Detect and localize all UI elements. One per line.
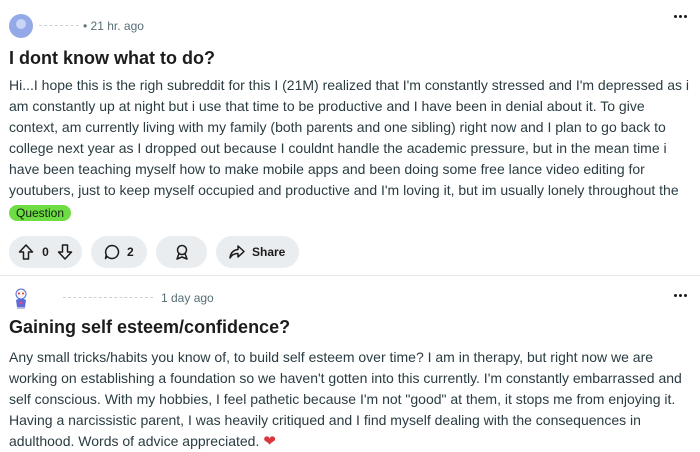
post-body[interactable]: Hi...I hope this is the righ subreddit f… [9, 75, 693, 201]
post-card[interactable]: 1 day ago Gaining self esteem/confidence… [0, 277, 700, 450]
post-meta: 1 day ago [9, 286, 214, 310]
post-title[interactable]: I dont know what to do? [9, 48, 215, 69]
comments-button[interactable]: 2 [91, 236, 147, 268]
user-avatar[interactable] [9, 286, 33, 310]
vote-control: 0 [9, 236, 82, 268]
share-icon [228, 243, 246, 261]
comment-icon [103, 243, 121, 261]
community-avatar[interactable] [9, 14, 33, 38]
redacted-username [39, 24, 79, 28]
award-icon [173, 243, 191, 261]
more-options-icon[interactable] [668, 286, 692, 304]
redacted-username [63, 296, 153, 300]
post-actions: 0 2 Share [9, 236, 299, 268]
comment-count: 2 [127, 245, 134, 259]
post-card[interactable]: • 21 hr. ago I dont know what to do? Hi.… [0, 0, 700, 276]
downvote-icon[interactable] [56, 243, 74, 261]
post-body[interactable]: Any small tricks/habits you know of, to … [9, 347, 693, 452]
post-divider [0, 275, 700, 276]
vote-count: 0 [42, 245, 49, 259]
post-flair[interactable]: Question [9, 205, 72, 221]
award-button[interactable] [156, 236, 207, 268]
post-timestamp: • 21 hr. ago [83, 19, 144, 33]
post-meta: • 21 hr. ago [9, 14, 144, 38]
share-button[interactable]: Share [216, 236, 299, 268]
upvote-icon[interactable] [17, 243, 35, 261]
post-body-text: Any small tricks/habits you know of, to … [9, 349, 682, 449]
more-options-icon[interactable] [668, 7, 692, 25]
post-title[interactable]: Gaining self esteem/confidence? [9, 317, 290, 338]
share-label: Share [252, 245, 286, 259]
heart-emoji: ❤ [263, 433, 276, 450]
post-timestamp: 1 day ago [161, 291, 214, 305]
